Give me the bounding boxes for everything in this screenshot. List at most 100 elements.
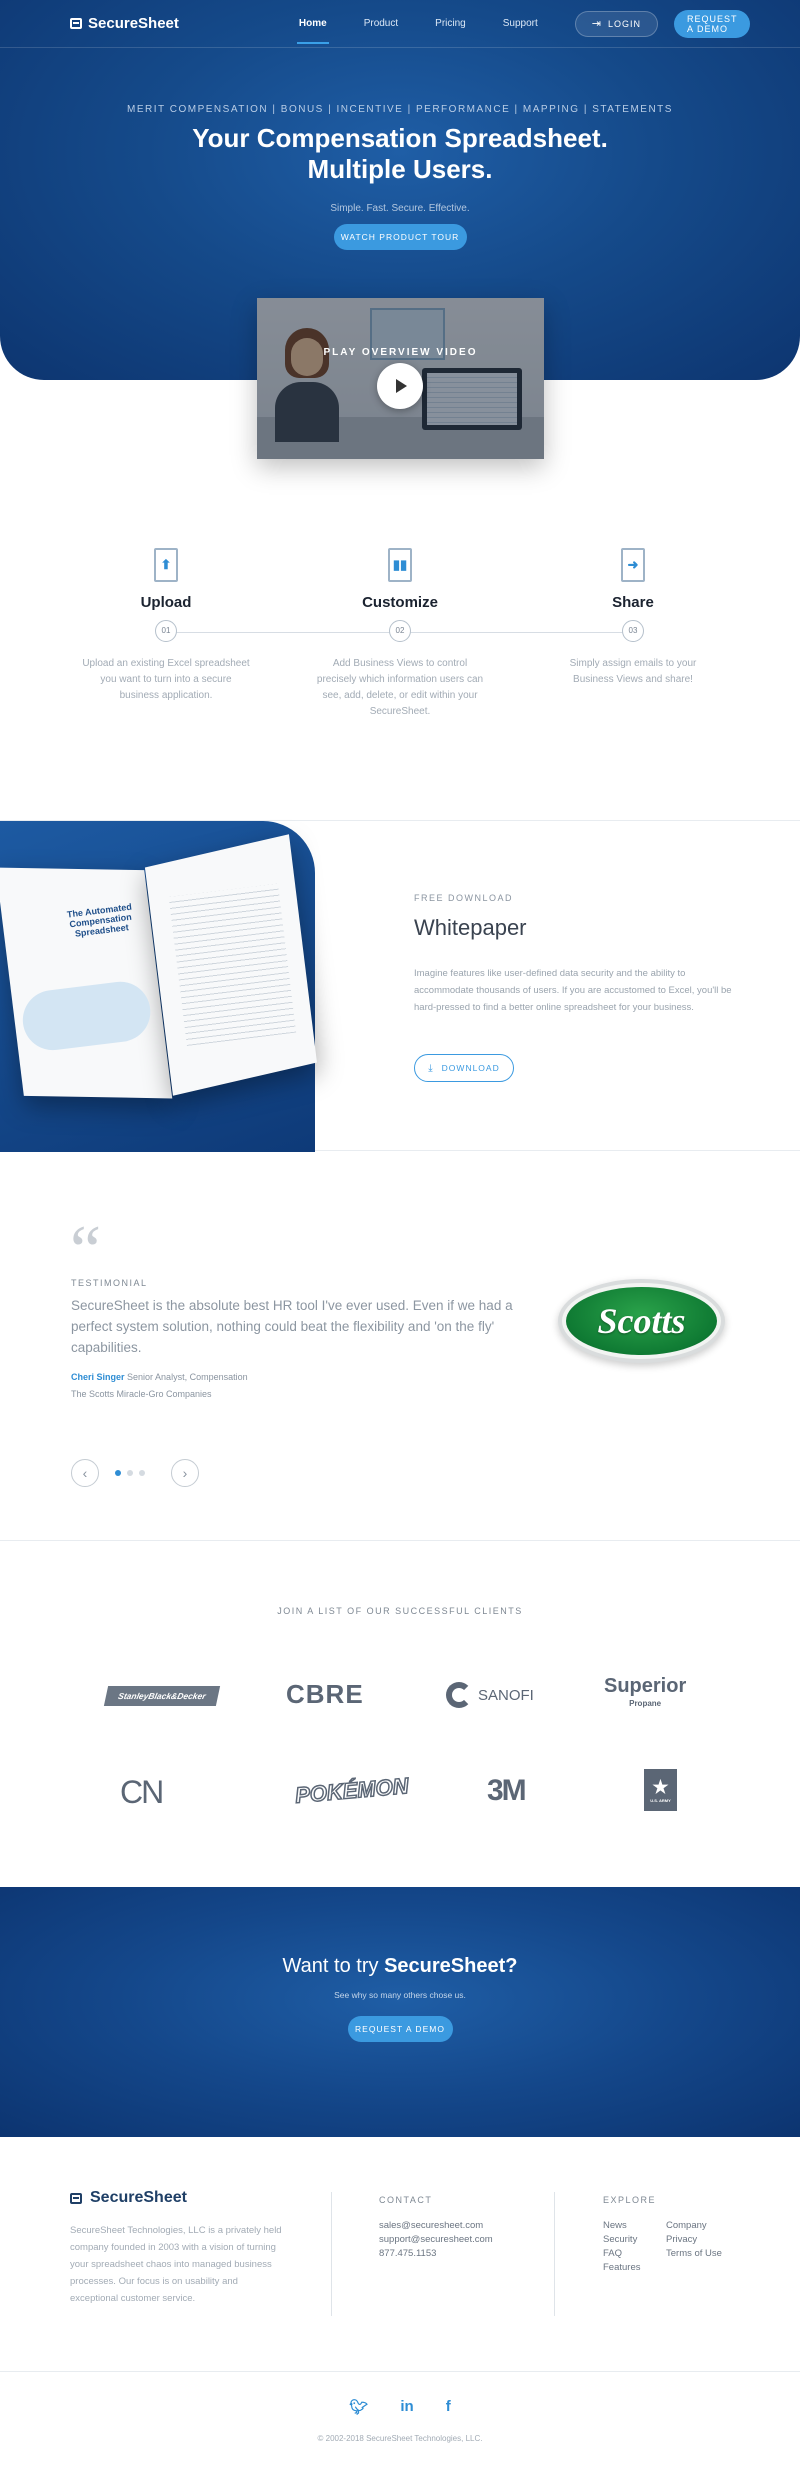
sanofi-logo: SANOFI [446, 1682, 534, 1708]
step-customize: ▮▮ Customize 02 Add Business Views to co… [300, 548, 500, 720]
author-company: The Scotts Miracle-Gro Companies [71, 1389, 212, 1399]
footer-link-terms[interactable]: Terms of Use [666, 2247, 722, 2261]
brand-logo[interactable]: SecureSheet [70, 15, 179, 32]
cn-logo: CN [120, 1774, 164, 1811]
cta-request-demo-button[interactable]: REQUEST A DEMO [347, 2016, 453, 2042]
superior-propane-logo: Superior Propane [604, 1676, 686, 1713]
testimonial-carousel-controls: ‹ › [71, 1459, 199, 1487]
logo-text: StanleyBlack&Decker [117, 1691, 207, 1701]
sales-email-link[interactable]: sales@securesheet.com [379, 2219, 493, 2233]
download-icon: ⤓ [428, 1062, 434, 1074]
logo-subtext: Propane [629, 1699, 662, 1708]
footer-brand[interactable]: SecureSheet [70, 2189, 187, 2207]
explore-title: EXPLORE [603, 2195, 657, 2205]
carousel-dot-1[interactable] [115, 1470, 121, 1476]
step-share: ➜ Share 03 Simply assign emails to your … [533, 548, 733, 688]
step-upload: ⬆ Upload 01 Upload an existing Excel spr… [66, 548, 266, 704]
footer-link-privacy[interactable]: Privacy [666, 2233, 722, 2247]
nav-home[interactable]: Home [296, 18, 329, 44]
step-description: Add Business Views to control precisely … [316, 658, 484, 717]
contact-list: sales@securesheet.com support@secureshee… [379, 2219, 493, 2261]
sanofi-swirl-icon [446, 1682, 472, 1708]
support-email-link[interactable]: support@securesheet.com [379, 2233, 493, 2247]
bar-chart-icon: ▮▮ [392, 557, 408, 572]
footer-divider [554, 2192, 555, 2316]
carousel-dot-3[interactable] [139, 1470, 145, 1476]
social-links: 🐦︎ in f [0, 2398, 800, 2416]
clients-section: JOIN A LIST OF OUR SUCCESSFUL CLIENTS St… [0, 1541, 800, 1887]
author-name: Cheri Singer [71, 1372, 125, 1382]
book-text-lines [168, 883, 297, 1046]
whitepaper-body: Imagine features like user-defined data … [414, 968, 732, 1013]
logo-text: 3M [487, 1774, 527, 1807]
upload-file-icon: ⬆ [154, 548, 178, 582]
cta-title-bold: SecureSheet? [384, 1955, 518, 1977]
chart-file-icon: ▮▮ [388, 548, 412, 582]
scotts-logo-text: Scotts [597, 1301, 686, 1341]
footer-link-features[interactable]: Features [603, 2261, 641, 2275]
nav-product[interactable]: Product [364, 18, 398, 29]
scotts-logo: Scotts [558, 1279, 725, 1363]
nav-actions: ⇥ LOGIN REQUEST A DEMO [574, 9, 751, 38]
explore-links-col2: Company Privacy Terms of Use [666, 2219, 722, 2261]
contact-title: CONTACT [379, 2195, 433, 2205]
play-video-label: PLAY OVERVIEW VIDEO [323, 347, 478, 358]
hero-title: Your Compensation Spreadsheet. Multiple … [0, 123, 800, 185]
cta-section: Want to try SecureSheet? See why so many… [0, 1887, 800, 2137]
step-number: 01 [155, 620, 177, 642]
logo-text: SANOFI [478, 1686, 534, 1704]
logo-text: CBRE [286, 1679, 364, 1709]
clients-title: JOIN A LIST OF OUR SUCCESSFUL CLIENTS [277, 1606, 523, 1616]
whitepaper-content: FREE DOWNLOAD Whitepaper Imagine feature… [414, 893, 734, 1082]
carousel-prev-button[interactable]: ‹ [71, 1459, 99, 1487]
carousel-dot-2[interactable] [127, 1470, 133, 1476]
logo-subtext: U.S. ARMY [650, 1798, 671, 1803]
carousel-next-button[interactable]: › [171, 1459, 199, 1487]
testimonial-quote: SecureSheet is the absolute best HR tool… [71, 1298, 513, 1355]
facebook-icon[interactable]: f [446, 2398, 451, 2416]
stanley-black-decker-logo: StanleyBlack&Decker [103, 1686, 221, 1706]
book-left-page [0, 867, 173, 1099]
cbre-logo: CBRE [286, 1679, 364, 1710]
login-label: LOGIN [607, 18, 641, 29]
download-label: DOWNLOAD [441, 1063, 500, 1073]
hero-section: SecureSheet Home Product Pricing Support… [0, 0, 800, 459]
step-title: Share [612, 594, 654, 611]
footer-link-faq[interactable]: FAQ [603, 2247, 641, 2261]
footer-link-security[interactable]: Security [603, 2233, 641, 2247]
quote-icon: “ [70, 1212, 102, 1289]
footer-link-company[interactable]: Company [666, 2219, 722, 2233]
testimonial-author: Cheri Singer Senior Analyst, Compensatio… [71, 1372, 248, 1382]
cta-title-plain: Want to try [282, 1955, 379, 1977]
carousel-dots [115, 1470, 151, 1476]
watch-tour-button[interactable]: WATCH PRODUCT TOUR [333, 224, 467, 250]
twitter-icon[interactable]: 🐦︎ [349, 2398, 368, 2416]
whitepaper-eyebrow: FREE DOWNLOAD [414, 893, 514, 903]
step-number: 03 [622, 620, 644, 642]
footer-about: SecureSheet Technologies, LLC is a priva… [70, 2225, 282, 2304]
download-button[interactable]: ⤓ DOWNLOAD [414, 1054, 514, 1082]
whitepaper-title: Whitepaper [414, 915, 527, 940]
steps-section: ⬆ Upload 01 Upload an existing Excel spr… [0, 380, 800, 820]
footer-brand-name: SecureSheet [90, 2189, 187, 2206]
scotts-logo-inner: Scotts [566, 1287, 717, 1355]
whitepaper-section: The Automated Compensation Spreadsheet F… [0, 820, 800, 1152]
nav-support[interactable]: Support [503, 18, 538, 29]
linkedin-icon[interactable]: in [400, 2398, 413, 2416]
hero-title-line1: Your Compensation Spreadsheet. [192, 123, 608, 153]
author-role: Senior Analyst, Compensation [127, 1372, 248, 1382]
upload-arrow-icon: ⬆ [160, 557, 172, 572]
phone-number[interactable]: 877.475.1153 [379, 2247, 493, 2261]
hero-title-line2: Multiple Users. [307, 154, 493, 184]
chevron-right-icon: › [182, 1465, 188, 1481]
footer-link-news[interactable]: News [603, 2219, 641, 2233]
copyright: © 2002-2018 SecureSheet Technologies, LL… [317, 2434, 483, 2443]
step-number: 02 [389, 620, 411, 642]
spreadsheet-logo-icon [70, 18, 82, 29]
step-description: Simply assign emails to your Business Vi… [569, 658, 697, 685]
request-demo-button[interactable]: REQUEST A DEMO [674, 9, 751, 38]
nav-pricing[interactable]: Pricing [435, 18, 466, 29]
login-button[interactable]: ⇥ LOGIN [574, 10, 658, 37]
step-title: Upload [140, 594, 192, 611]
pokemon-logo: POKÉMON [293, 1772, 410, 1809]
